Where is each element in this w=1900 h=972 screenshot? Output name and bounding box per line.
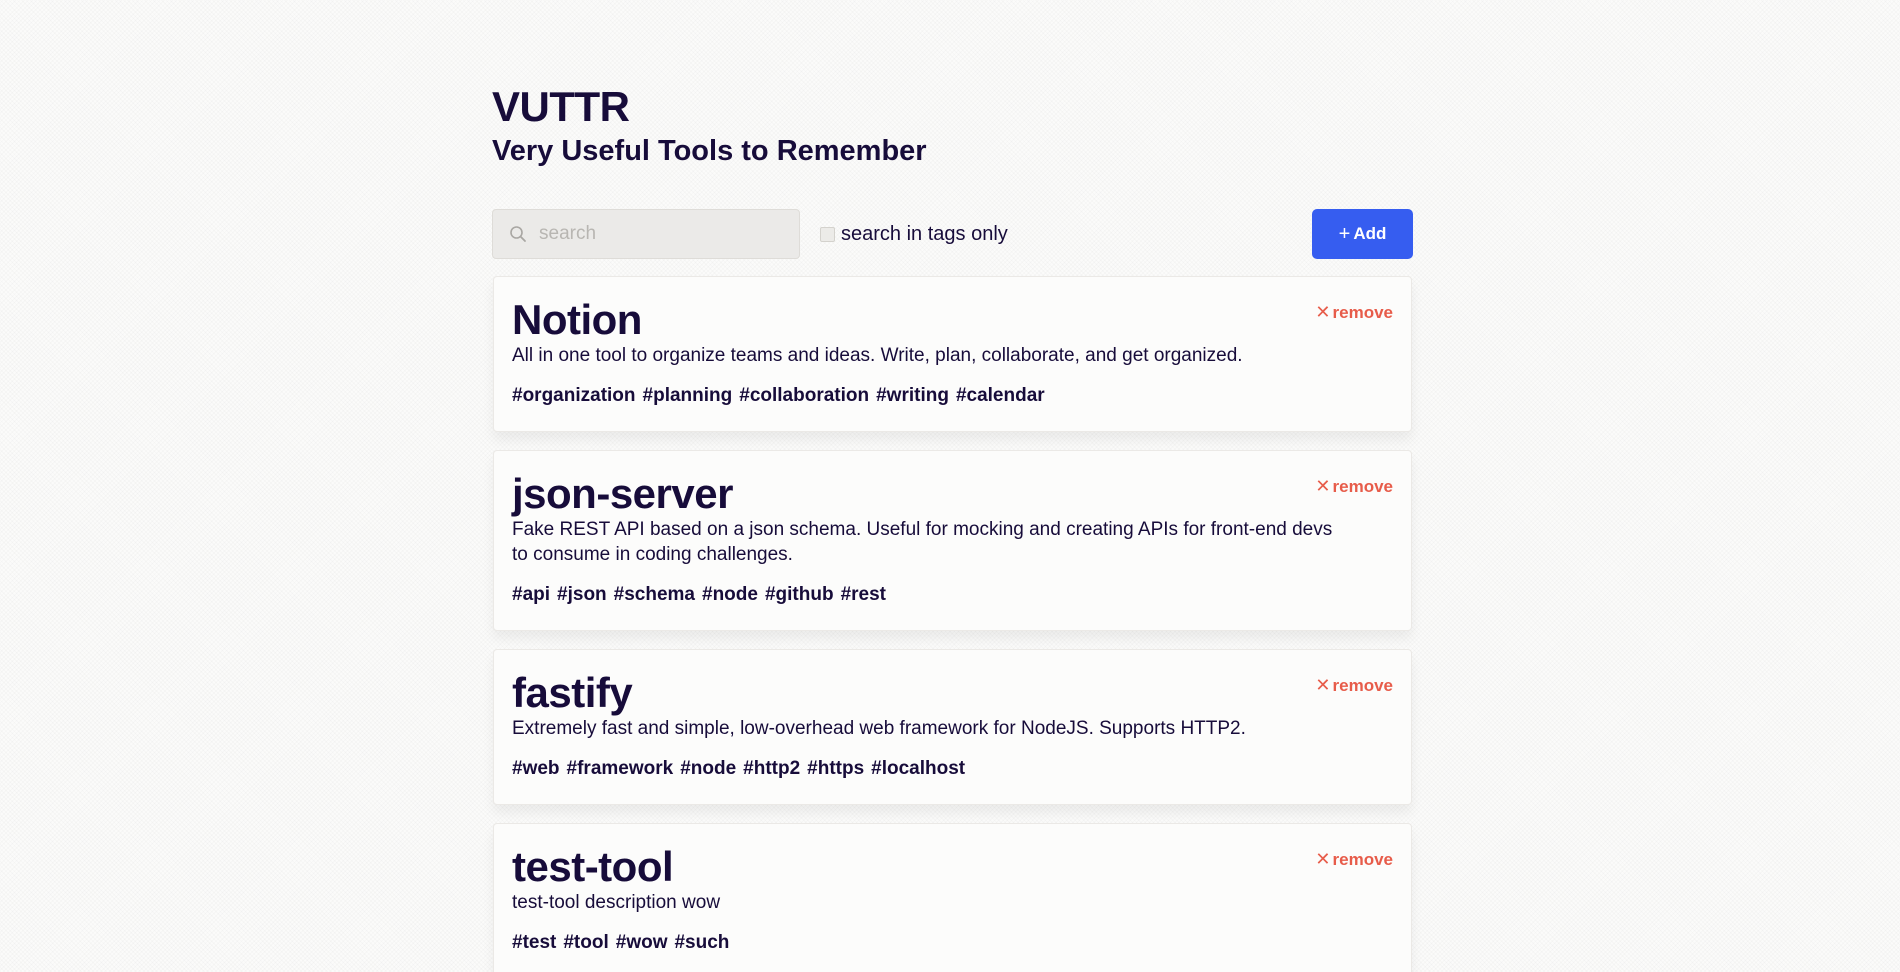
remove-label: remove (1332, 675, 1393, 695)
tool-tag[interactable]: #organization (512, 385, 636, 407)
tool-description: Fake REST API based on a json schema. Us… (512, 519, 1333, 565)
tool-tag[interactable]: #writing (876, 385, 949, 407)
tool-tag[interactable]: #such (674, 932, 729, 954)
tool-tag[interactable]: #node (702, 584, 758, 606)
app-title: VUTTR (492, 83, 630, 130)
tool-card: fastify Extremely fast and simple, low-o… (493, 649, 1412, 805)
plus-icon: + (1338, 222, 1351, 245)
search-box[interactable] (492, 209, 800, 259)
tool-name: test-tool (512, 843, 674, 890)
add-tool-button[interactable]: + Add (1312, 209, 1413, 259)
search-icon (507, 223, 529, 245)
tool-tag[interactable]: #tool (563, 932, 608, 954)
close-icon: ✕ (1315, 849, 1331, 869)
remove-button[interactable]: ✕ remove (1315, 302, 1393, 323)
close-icon: ✕ (1315, 302, 1331, 322)
remove-button[interactable]: ✕ remove (1315, 849, 1393, 870)
tool-description: All in one tool to organize teams and id… (512, 345, 1243, 366)
tool-tag[interactable]: #test (512, 932, 556, 954)
add-button-label: Add (1353, 224, 1387, 243)
tool-description: test-tool description wow (512, 892, 721, 913)
remove-label: remove (1332, 476, 1393, 496)
tool-name: Notion (512, 296, 642, 343)
tool-tag[interactable]: #framework (567, 758, 674, 780)
tool-tags: #web #framework #node #http2 #https #loc… (512, 758, 1393, 780)
tool-description: Extremely fast and simple, low-overhead … (512, 718, 1246, 739)
tool-tag[interactable]: #web (512, 758, 560, 780)
tool-tag[interactable]: #api (512, 584, 550, 606)
tool-name: fastify (512, 669, 633, 716)
tool-tag[interactable]: #json (557, 584, 607, 606)
app-subtitle: Very Useful Tools to Remember (492, 135, 927, 167)
close-icon: ✕ (1315, 476, 1331, 496)
tags-only-label: search in tags only (841, 222, 1008, 245)
close-icon: ✕ (1315, 675, 1331, 695)
tool-card: Notion All in one tool to organize teams… (493, 276, 1412, 432)
tags-only-checkbox[interactable] (820, 226, 835, 242)
tool-tag[interactable]: #http2 (743, 758, 800, 780)
remove-label: remove (1332, 849, 1393, 869)
page-header: VUTTR Very Useful Tools to Remember (492, 0, 1413, 170)
tool-tag[interactable]: #calendar (956, 385, 1045, 407)
remove-button[interactable]: ✕ remove (1315, 675, 1393, 696)
tool-tags: #api #json #schema #node #github #rest (512, 584, 1393, 606)
tool-tag[interactable]: #rest (841, 584, 886, 606)
tool-tags: #test #tool #wow #such (512, 932, 1393, 954)
remove-label: remove (1332, 302, 1393, 322)
tool-tag[interactable]: #schema (614, 584, 695, 606)
tool-tag[interactable]: #node (680, 758, 736, 780)
tool-card: test-tool test-tool description wow #tes… (493, 823, 1412, 972)
tool-tag[interactable]: #wow (616, 932, 668, 954)
toolbar: search in tags only + Add (492, 209, 1413, 259)
tags-only-toggle[interactable]: search in tags only (820, 209, 1008, 259)
tool-card: json-server Fake REST API based on a jso… (493, 450, 1412, 631)
tool-tag[interactable]: #localhost (871, 758, 965, 780)
tool-tag[interactable]: #planning (643, 385, 733, 407)
app-container: VUTTR Very Useful Tools to Remember sear… (492, 0, 1413, 972)
remove-button[interactable]: ✕ remove (1315, 476, 1393, 497)
tool-tag[interactable]: #github (765, 584, 834, 606)
tool-name: json-server (512, 470, 733, 517)
tool-tags: #organization #planning #collaboration #… (512, 385, 1393, 407)
search-input[interactable] (537, 222, 791, 246)
tool-tag[interactable]: #https (807, 758, 864, 780)
tool-tag[interactable]: #collaboration (739, 385, 869, 407)
